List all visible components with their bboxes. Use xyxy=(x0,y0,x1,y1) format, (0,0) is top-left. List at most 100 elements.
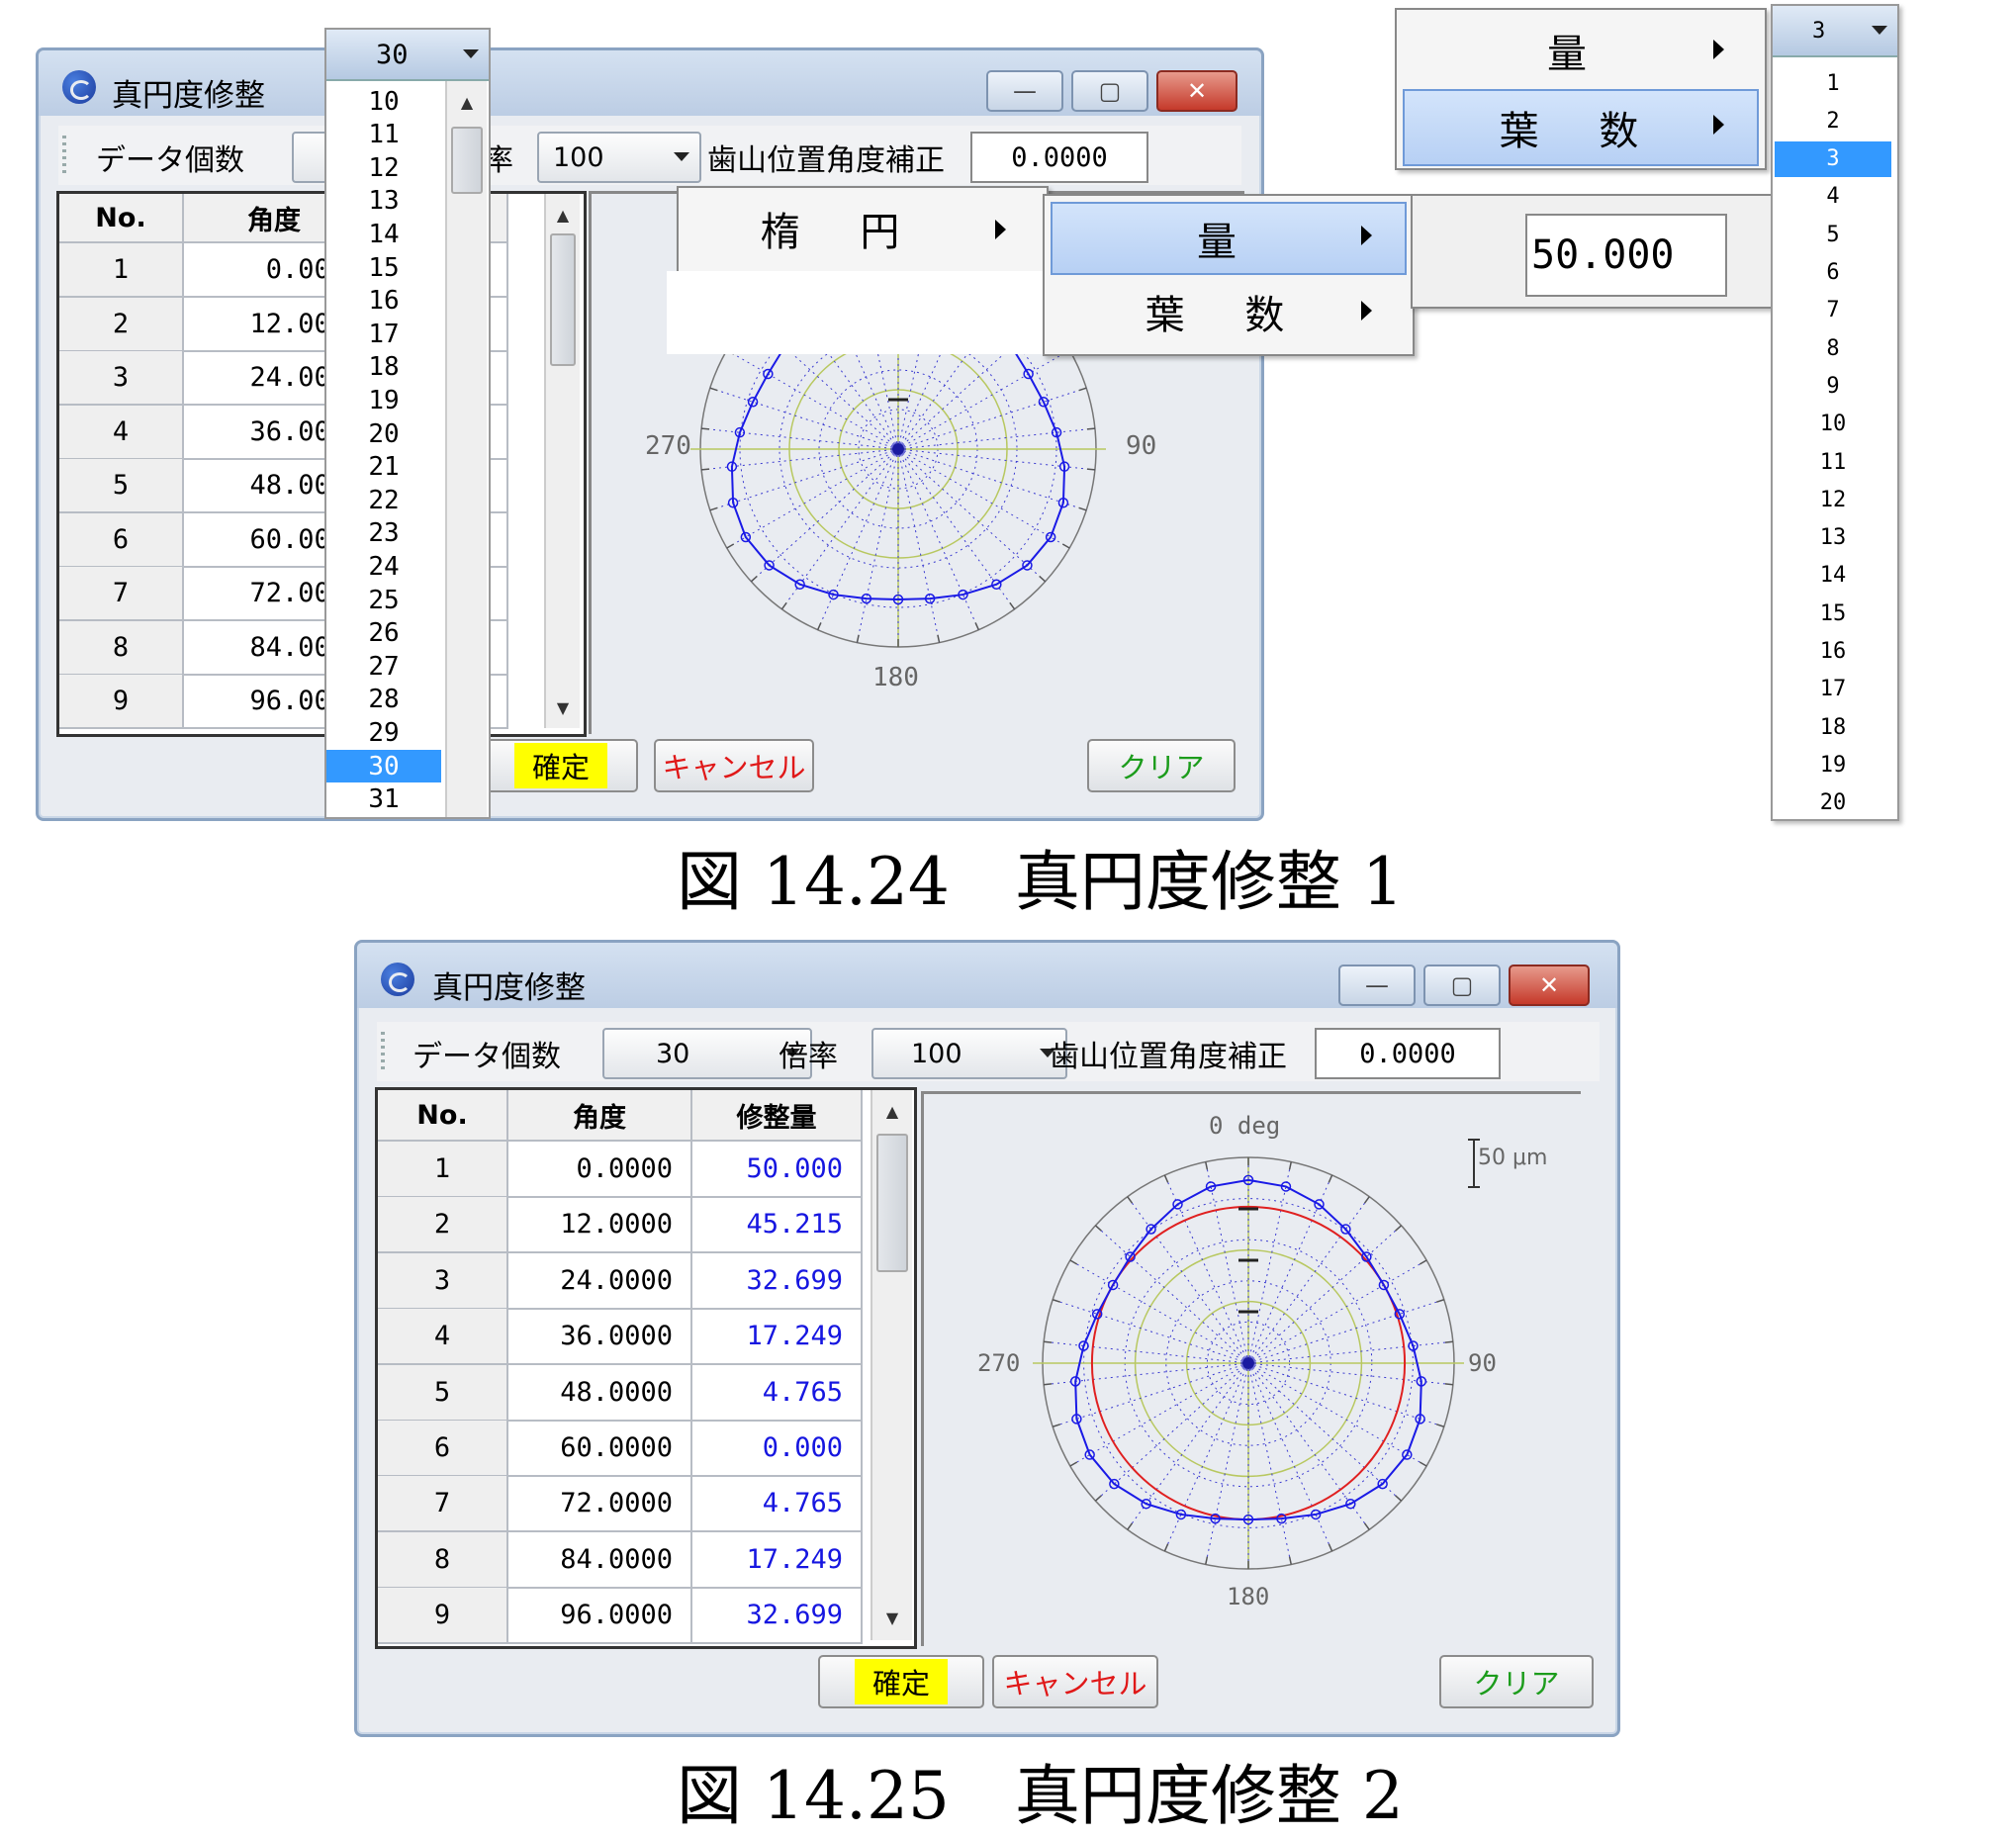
table-row-angle[interactable]: 72.0000 xyxy=(508,1476,692,1533)
menu-item-amount[interactable]: 量 xyxy=(1403,16,1755,85)
dropdown-selected[interactable]: 30 xyxy=(326,30,489,81)
correction-input[interactable]: 0.0000 xyxy=(1315,1028,1501,1079)
scroll-thumb[interactable] xyxy=(876,1134,908,1272)
dropdown-item[interactable]: 14 xyxy=(1775,558,1891,594)
table-row-amount[interactable]: 45.215 xyxy=(692,1197,863,1254)
dropdown-item[interactable]: 11 xyxy=(326,119,441,151)
rate-combo[interactable]: 100 xyxy=(871,1028,1067,1079)
ok-button[interactable]: 確定 xyxy=(484,739,638,792)
dropdown-item[interactable]: 16 xyxy=(1775,634,1891,670)
toolbar-grip[interactable] xyxy=(62,136,66,175)
data-count-dropdown[interactable]: 30 10 11 12 13 14 15 16 17 18 19 20 21 22 23 24 25 26 27 2… xyxy=(324,28,491,819)
dropdown-item[interactable]: 17 xyxy=(1775,672,1891,707)
table-row-angle[interactable]: 96.0000 xyxy=(508,1588,692,1645)
scroll-thumb[interactable] xyxy=(451,127,483,194)
dropdown-item[interactable]: 24 xyxy=(326,550,441,583)
minimize-button[interactable]: — xyxy=(986,70,1063,112)
maximize-button[interactable]: ▢ xyxy=(1071,70,1148,112)
scroll-up-icon[interactable]: ▲ xyxy=(546,200,580,230)
toolbar-grip[interactable] xyxy=(381,1032,385,1071)
table-row-amount[interactable]: 4.765 xyxy=(692,1476,863,1533)
dropdown-item[interactable]: 18 xyxy=(326,351,441,384)
table-row-angle[interactable]: 0.0000 xyxy=(508,1142,692,1198)
menu-item-ellipse[interactable]: 楕 円 xyxy=(679,188,1005,269)
table-row-angle[interactable]: 12.0000 xyxy=(508,1197,692,1254)
dropdown-item[interactable]: 12 xyxy=(1775,482,1891,517)
dropdown-item[interactable]: 28 xyxy=(326,684,441,716)
table-row-angle[interactable]: 36.0000 xyxy=(508,1309,692,1366)
dropdown-item[interactable]: 13 xyxy=(1775,520,1891,556)
dropdown-selected[interactable]: 3 xyxy=(1773,6,1897,57)
dropdown-item[interactable]: 19 xyxy=(1775,747,1891,782)
title-bar[interactable]: 真円度修整 — ▢ ✕ xyxy=(357,943,1617,1008)
title-bar[interactable]: 真円度修整 — ▢ ✕ xyxy=(39,50,1261,116)
table-row-angle[interactable]: 84.0000 xyxy=(508,1531,692,1589)
amount-input[interactable]: 50.000 xyxy=(1525,214,1727,297)
grid-scrollbar[interactable]: ▲ ▼ xyxy=(871,1090,912,1640)
table-row-amount[interactable]: 17.249 xyxy=(692,1531,863,1589)
dropdown-item[interactable]: 15 xyxy=(326,251,441,284)
dropdown-item[interactable]: 29 xyxy=(326,716,441,749)
table-row-amount[interactable]: 50.000 xyxy=(692,1142,863,1198)
dropdown-item[interactable]: 10 xyxy=(326,85,441,118)
dropdown-item[interactable]: 27 xyxy=(326,650,441,683)
table-row-amount[interactable]: 0.000 xyxy=(692,1421,863,1477)
dropdown-item[interactable]: 1 xyxy=(1775,65,1891,101)
dropdown-item[interactable]: 11 xyxy=(1775,444,1891,480)
dropdown-item[interactable]: 16 xyxy=(326,285,441,318)
data-grid[interactable]: No. 角度 t 10.0000212.0000324.0000436.0000… xyxy=(56,191,587,737)
close-button[interactable]: ✕ xyxy=(1509,965,1590,1006)
dropdown-item[interactable]: 12 xyxy=(326,151,441,184)
dropdown-item[interactable]: 4 xyxy=(1775,179,1891,215)
clear-button[interactable]: クリア xyxy=(1087,739,1236,792)
table-row-angle[interactable]: 60.0000 xyxy=(508,1421,692,1477)
cancel-button[interactable]: キャンセル xyxy=(992,1655,1158,1708)
data-grid[interactable]: No. 角度 修整量 1 0.0000 50.000 2 12.0000 45.215 3 2… xyxy=(375,1087,917,1649)
cancel-button[interactable]: キャンセル xyxy=(654,739,814,792)
dropdown-item[interactable]: 20 xyxy=(326,417,441,450)
dropdown-item[interactable]: 9 xyxy=(1775,368,1891,404)
dropdown-item[interactable]: 13 xyxy=(326,185,441,218)
dropdown-item[interactable]: 22 xyxy=(326,484,441,516)
close-button[interactable]: ✕ xyxy=(1156,70,1237,112)
scroll-down-icon[interactable]: ▼ xyxy=(546,692,580,722)
lobe-count-dropdown[interactable]: 3 1 2 3 4 5 6 7 8 9 10 11 12 13 14 15 16 17 18 19 20 xyxy=(1771,4,1899,821)
menu-item-amount[interactable]: 量 xyxy=(1051,202,1407,275)
dropdown-item[interactable]: 30 xyxy=(326,750,441,782)
scroll-up-icon[interactable]: ▲ xyxy=(872,1096,912,1126)
dropdown-item[interactable]: 8 xyxy=(1775,330,1891,366)
table-row-amount[interactable]: 17.249 xyxy=(692,1309,863,1366)
dropdown-item[interactable]: 19 xyxy=(326,384,441,416)
dropdown-item[interactable]: 21 xyxy=(326,451,441,484)
menu-item-lobes[interactable]: 葉 数 xyxy=(1403,89,1759,166)
dropdown-item[interactable]: 25 xyxy=(326,584,441,616)
correction-input[interactable]: 0.0000 xyxy=(970,132,1148,183)
maximize-button[interactable]: ▢ xyxy=(1423,965,1501,1006)
menu-item-lobes[interactable]: 葉 数 xyxy=(1051,277,1403,346)
minimize-button[interactable]: — xyxy=(1338,965,1416,1006)
dropdown-item[interactable]: 17 xyxy=(326,318,441,350)
scroll-up-icon[interactable]: ▲ xyxy=(447,87,487,117)
scroll-thumb[interactable] xyxy=(550,233,576,366)
dropdown-item[interactable]: 3 xyxy=(1775,140,1891,177)
dropdown-item[interactable]: 7 xyxy=(1775,293,1891,328)
table-row-angle[interactable]: 24.0000 xyxy=(508,1252,692,1310)
table-row-amount[interactable]: 4.765 xyxy=(692,1364,863,1422)
dropdown-scrollbar[interactable]: ▲ xyxy=(445,81,487,817)
dropdown-item[interactable]: 14 xyxy=(326,218,441,250)
grid-scrollbar[interactable]: ▲ ▼ xyxy=(544,194,580,728)
dropdown-item[interactable]: 15 xyxy=(1775,596,1891,631)
dropdown-item[interactable]: 5 xyxy=(1775,217,1891,252)
dropdown-item[interactable]: 20 xyxy=(1775,785,1891,819)
scroll-down-icon[interactable]: ▼ xyxy=(872,1603,912,1632)
dropdown-item[interactable]: 23 xyxy=(326,517,441,550)
clear-button[interactable]: クリア xyxy=(1439,1655,1594,1708)
table-row-amount[interactable]: 32.699 xyxy=(692,1588,863,1645)
dropdown-item[interactable]: 2 xyxy=(1775,103,1891,138)
ok-button[interactable]: 確定 xyxy=(818,1655,984,1708)
rate-combo[interactable]: 100 xyxy=(537,132,701,183)
dropdown-item[interactable]: 31 xyxy=(326,783,441,816)
table-row-amount[interactable]: 32.699 xyxy=(692,1252,863,1310)
dropdown-item[interactable]: 26 xyxy=(326,617,441,650)
table-row-angle[interactable]: 48.0000 xyxy=(508,1364,692,1422)
